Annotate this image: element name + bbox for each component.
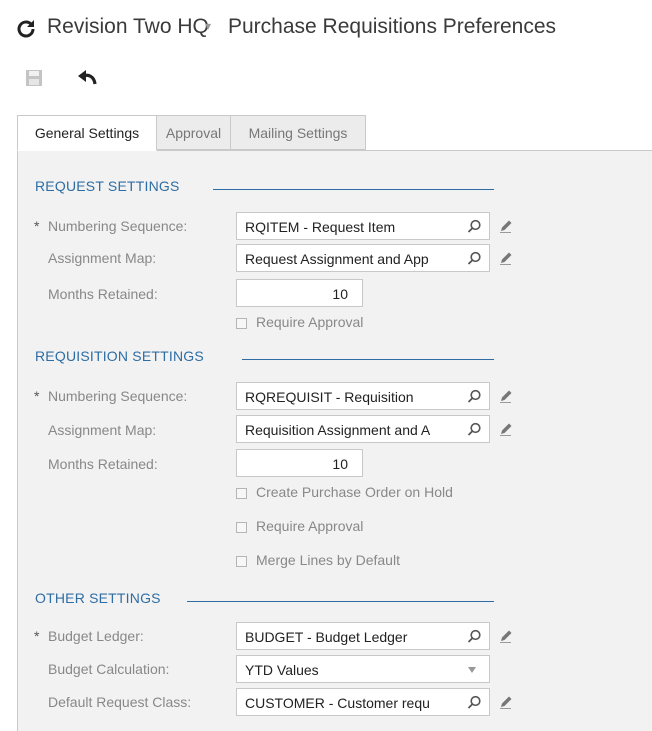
create-po-hold-label: Create Purchase Order on Hold — [256, 484, 453, 500]
requisition-months-label: Months Retained: — [48, 456, 158, 472]
pencil-icon[interactable] — [498, 628, 514, 644]
undo-icon[interactable] — [77, 68, 99, 88]
search-icon[interactable] — [467, 629, 482, 644]
budget-ledger-field[interactable]: BUDGET - Budget Ledger — [236, 622, 490, 650]
section-divider — [213, 189, 494, 190]
requisition-numbering-field[interactable]: RQREQUISIT - Requisition — [236, 382, 490, 410]
required-marker: * — [34, 388, 40, 404]
pencil-icon[interactable] — [498, 218, 514, 234]
tab-general-settings[interactable]: General Settings — [17, 115, 157, 151]
tab-approval[interactable]: Approval — [156, 115, 231, 150]
merge-lines-checkbox[interactable] — [236, 556, 247, 567]
company-name[interactable]: Revision Two HQ — [47, 15, 209, 39]
request-numbering-label: Numbering Sequence: — [48, 218, 188, 234]
pencil-icon[interactable] — [498, 250, 514, 266]
requisition-assignment-field[interactable]: Requisition Assignment and A — [236, 415, 490, 443]
page-title: Purchase Requisitions Preferences — [228, 15, 557, 38]
section-header-other: OTHER SETTINGS — [35, 590, 161, 606]
request-months-field[interactable]: 10 — [236, 279, 363, 307]
tab-mailing-settings[interactable]: Mailing Settings — [230, 115, 366, 150]
default-request-class-field[interactable]: CUSTOMER - Customer requ — [236, 688, 490, 716]
search-icon[interactable] — [467, 389, 482, 404]
search-icon[interactable] — [467, 251, 482, 266]
section-header-requisition: REQUISITION SETTINGS — [35, 348, 204, 364]
pencil-icon[interactable] — [498, 694, 514, 710]
company-caret-icon[interactable]: ▾ — [205, 19, 211, 33]
budget-ledger-label: Budget Ledger: — [48, 628, 144, 644]
chevron-down-icon[interactable] — [468, 667, 476, 673]
pencil-icon[interactable] — [498, 421, 514, 437]
requisition-require-approval-checkbox[interactable] — [236, 522, 247, 533]
budget-calculation-select[interactable]: YTD Values — [236, 655, 490, 683]
refresh-icon[interactable] — [14, 17, 38, 41]
budget-calculation-label: Budget Calculation: — [48, 661, 170, 677]
save-icon[interactable] — [25, 69, 43, 87]
section-divider — [187, 601, 494, 602]
requisition-numbering-label: Numbering Sequence: — [48, 388, 188, 404]
request-require-approval-checkbox[interactable] — [236, 318, 247, 329]
requisition-assignment-label: Assignment Map: — [48, 422, 157, 438]
create-po-hold-checkbox[interactable] — [236, 488, 247, 499]
search-icon[interactable] — [467, 422, 482, 437]
request-numbering-field[interactable]: RQITEM - Request Item — [236, 212, 490, 240]
requisition-months-field[interactable]: 10 — [236, 449, 363, 477]
required-marker: * — [34, 628, 40, 644]
section-header-request: REQUEST SETTINGS — [35, 178, 180, 194]
request-months-label: Months Retained: — [48, 286, 158, 302]
request-assignment-field[interactable]: Request Assignment and App — [236, 244, 490, 272]
title-bar: Revision Two HQ ▾ Purchase Requisitions … — [0, 0, 652, 62]
search-icon[interactable] — [467, 219, 482, 234]
request-require-approval-label: Require Approval — [256, 314, 364, 330]
pencil-icon[interactable] — [498, 388, 514, 404]
search-icon[interactable] — [467, 695, 482, 710]
merge-lines-label: Merge Lines by Default — [256, 552, 400, 568]
request-assignment-label: Assignment Map: — [48, 250, 157, 266]
requisition-require-approval-label: Require Approval — [256, 518, 364, 534]
section-divider — [242, 359, 494, 360]
required-marker: * — [34, 218, 40, 234]
default-request-class-label: Default Request Class: — [48, 694, 192, 710]
